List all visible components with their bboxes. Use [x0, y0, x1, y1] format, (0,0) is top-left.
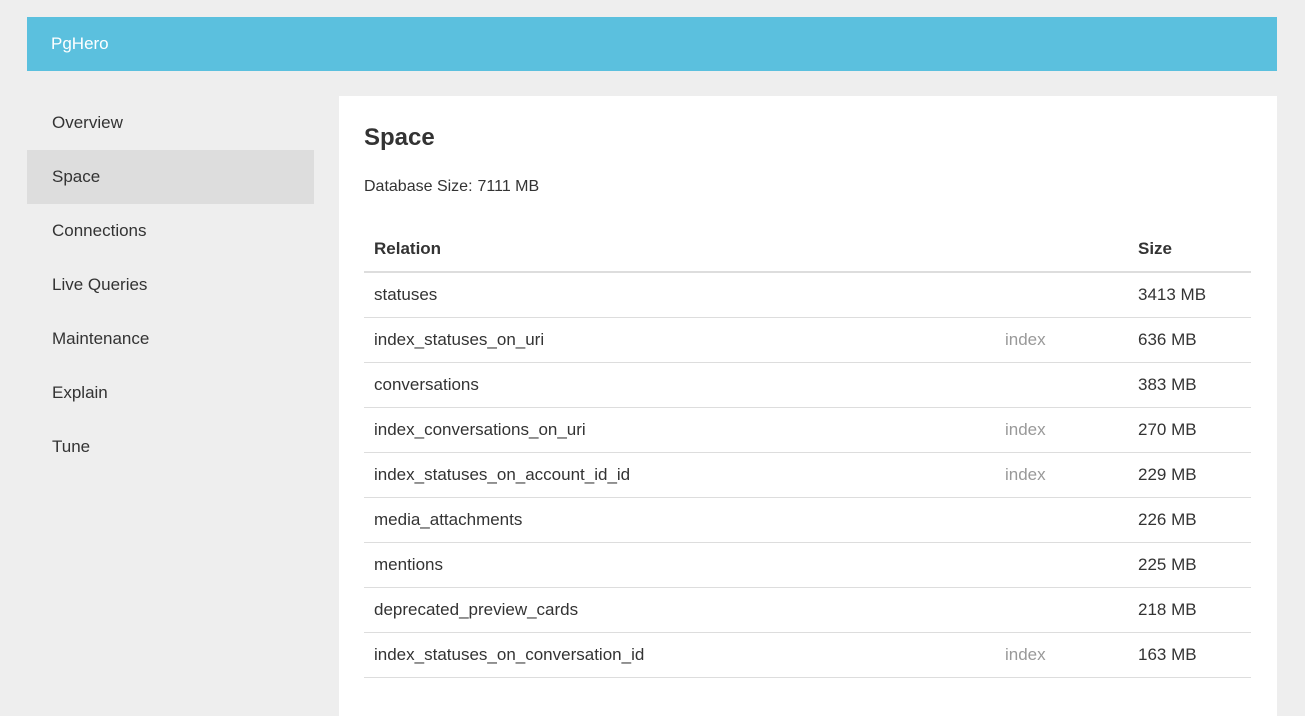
relation-cell: index_statuses_on_conversation_id — [364, 632, 995, 678]
sidebar-item-connections[interactable]: Connections — [27, 204, 314, 258]
column-header-relation: Relation — [364, 226, 995, 273]
table-row: index_statuses_on_conversation_id index … — [364, 632, 1251, 678]
relation-cell: mentions — [364, 542, 995, 588]
size-cell: 163 MB — [1128, 632, 1251, 678]
sidebar-item-explain[interactable]: Explain — [27, 366, 314, 420]
type-cell: index — [995, 632, 1128, 678]
relation-cell: index_statuses_on_account_id_id — [364, 452, 995, 498]
size-cell: 270 MB — [1128, 407, 1251, 453]
type-cell: index — [995, 452, 1128, 498]
table-row: media_attachments 226 MB — [364, 497, 1251, 543]
sidebar-item-overview[interactable]: Overview — [27, 96, 314, 150]
relation-cell: index_statuses_on_uri — [364, 317, 995, 363]
table-row: deprecated_preview_cards 218 MB — [364, 587, 1251, 633]
table-row: mentions 225 MB — [364, 542, 1251, 588]
database-size-label: Database Size: — [364, 178, 473, 195]
space-table: Relation Size statuses 3413 MB index_sta… — [364, 226, 1251, 678]
type-cell — [995, 497, 1128, 543]
database-size-value: 7111 MB — [477, 178, 540, 195]
size-cell: 226 MB — [1128, 497, 1251, 543]
brand-link[interactable]: PgHero — [51, 34, 109, 54]
table-row: conversations 383 MB — [364, 362, 1251, 408]
size-cell: 225 MB — [1128, 542, 1251, 588]
column-header-type — [995, 226, 1128, 273]
type-cell — [995, 587, 1128, 633]
page-title: Space — [364, 124, 435, 151]
relation-cell: media_attachments — [364, 497, 995, 543]
relation-cell: deprecated_preview_cards — [364, 587, 995, 633]
size-cell: 218 MB — [1128, 587, 1251, 633]
relation-cell: conversations — [364, 362, 995, 408]
table-row: index_statuses_on_uri index 636 MB — [364, 317, 1251, 363]
sidebar-item-live-queries[interactable]: Live Queries — [27, 258, 314, 312]
type-cell — [995, 542, 1128, 588]
type-cell: index — [995, 317, 1128, 363]
column-header-size: Size — [1128, 226, 1251, 273]
size-cell: 229 MB — [1128, 452, 1251, 498]
top-navbar: PgHero — [27, 17, 1277, 71]
relation-cell: statuses — [364, 272, 995, 318]
size-cell: 3413 MB — [1128, 272, 1251, 318]
size-cell: 383 MB — [1128, 362, 1251, 408]
type-cell — [995, 362, 1128, 408]
type-cell: index — [995, 407, 1128, 453]
sidebar-item-space[interactable]: Space — [27, 150, 314, 204]
type-cell — [995, 272, 1128, 318]
sidebar-item-tune[interactable]: Tune — [27, 420, 314, 474]
sidebar-nav: Overview Space Connections Live Queries … — [27, 96, 314, 474]
table-header-row: Relation Size — [364, 226, 1251, 273]
size-cell: 636 MB — [1128, 317, 1251, 363]
main-content: Space Database Size: 7111 MB Relation Si… — [339, 96, 1277, 716]
sidebar-item-maintenance[interactable]: Maintenance — [27, 312, 314, 366]
table-row: index_statuses_on_account_id_id index 22… — [364, 452, 1251, 498]
database-size: Database Size: 7111 MB — [364, 177, 1251, 197]
relation-cell: index_conversations_on_uri — [364, 407, 995, 453]
table-row: statuses 3413 MB — [364, 272, 1251, 318]
table-row: index_conversations_on_uri index 270 MB — [364, 407, 1251, 453]
